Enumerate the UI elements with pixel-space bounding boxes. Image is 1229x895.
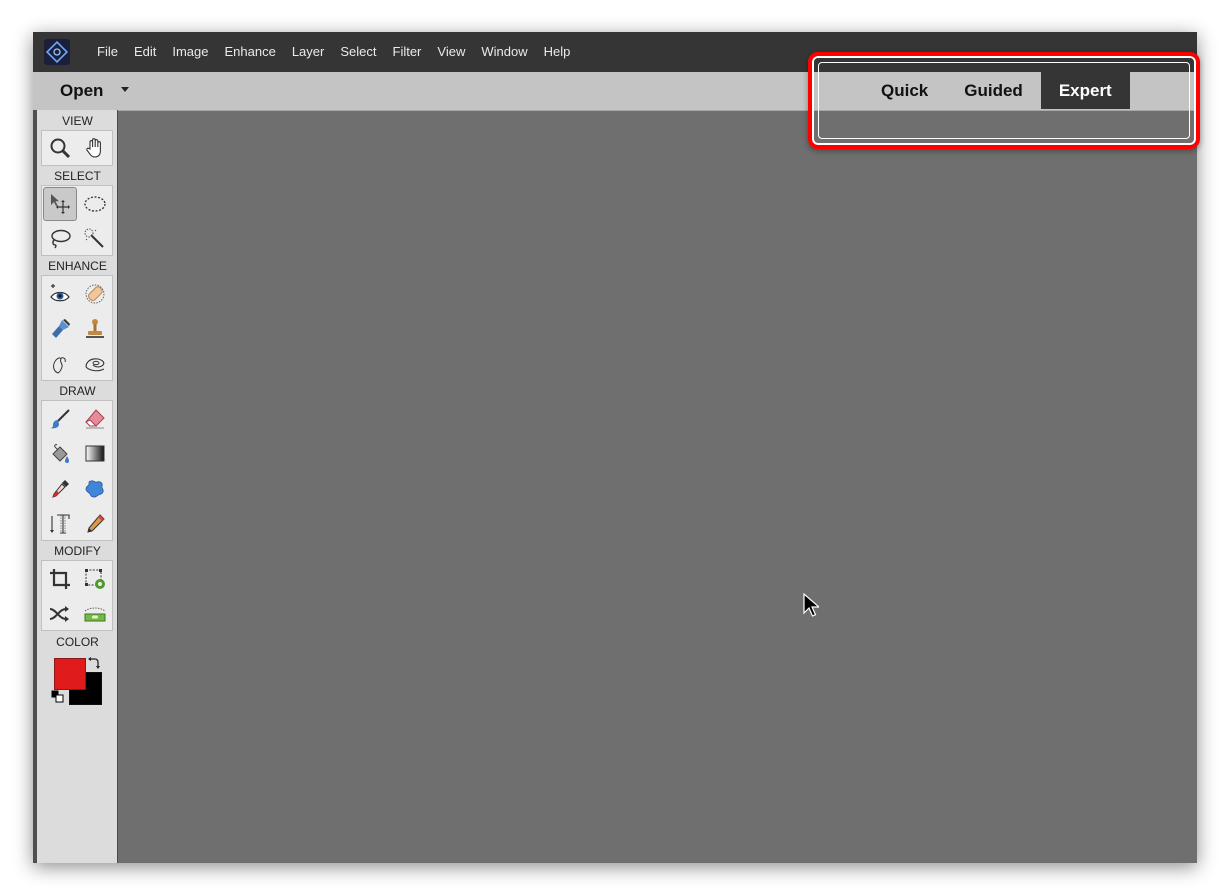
main-menu: File Edit Image Enhance Layer Select Fil… <box>90 32 579 72</box>
tool-group-view <box>41 130 113 166</box>
open-dropdown-arrow-icon[interactable] <box>121 87 129 92</box>
crop-icon <box>50 569 70 589</box>
section-label-modify: MODIFY <box>54 544 101 558</box>
eraser-icon <box>85 409 105 429</box>
menu-window[interactable]: Window <box>474 32 534 72</box>
foreground-color-swatch[interactable] <box>54 658 86 690</box>
paint-bucket-tool[interactable] <box>43 437 77 471</box>
tool-group-modify <box>41 560 113 631</box>
clone-stamp-icon <box>86 319 104 338</box>
sponge-icon <box>85 358 105 372</box>
brush-tool[interactable] <box>43 402 77 436</box>
menu-edit[interactable]: Edit <box>127 32 163 72</box>
recompose-icon <box>85 569 105 589</box>
menu-image[interactable]: Image <box>165 32 215 72</box>
section-label-view: VIEW <box>62 114 93 128</box>
mouse-cursor-icon <box>803 593 819 617</box>
gradient-tool[interactable] <box>78 437 112 471</box>
red-eye-icon <box>50 284 70 302</box>
app-logo-icon <box>44 39 70 65</box>
elliptical-marquee-tool[interactable] <box>78 187 112 221</box>
smart-brush-tool[interactable] <box>43 312 77 346</box>
type-tool[interactable] <box>43 507 77 541</box>
clone-stamp-tool[interactable] <box>78 312 112 346</box>
hand-icon <box>86 138 101 158</box>
straighten-icon <box>84 607 106 622</box>
quick-selection-tool[interactable] <box>78 222 112 256</box>
tool-group-enhance <box>41 275 113 381</box>
section-label-select: SELECT <box>54 169 101 183</box>
recompose-tool[interactable] <box>78 562 112 596</box>
toolbox: VIEW SELECT ENHANCE DRAW MODIFY COLOR <box>33 110 118 863</box>
eyedropper-icon <box>52 480 69 498</box>
smart-brush-icon <box>52 319 70 338</box>
menu-filter[interactable]: Filter <box>386 32 429 72</box>
content-aware-move-icon <box>49 606 69 622</box>
swap-colors-icon[interactable] <box>87 656 101 670</box>
move-icon <box>51 194 70 214</box>
pencil-icon <box>87 514 105 533</box>
menu-select[interactable]: Select <box>333 32 383 72</box>
gradient-icon <box>85 445 105 462</box>
spot-healing-tool[interactable] <box>78 277 112 311</box>
red-eye-tool[interactable] <box>43 277 77 311</box>
open-button[interactable]: Open <box>60 72 103 109</box>
section-label-enhance: ENHANCE <box>48 259 107 273</box>
crop-tool[interactable] <box>43 562 77 596</box>
tool-group-select <box>41 185 113 256</box>
menu-file[interactable]: File <box>90 32 125 72</box>
section-label-color: COLOR <box>56 635 99 649</box>
content-aware-move-tool[interactable] <box>43 597 77 631</box>
annotation-highlight-inner <box>818 62 1190 139</box>
menu-view[interactable]: View <box>430 32 472 72</box>
eraser-tool[interactable] <box>78 402 112 436</box>
paint-bucket-icon <box>52 444 69 463</box>
default-colors-icon[interactable] <box>51 690 64 703</box>
pencil-tool[interactable] <box>78 507 112 541</box>
tool-group-draw <box>41 400 113 541</box>
blur-icon <box>53 357 66 374</box>
move-tool[interactable] <box>43 187 77 221</box>
elliptical-marquee-icon <box>84 196 106 212</box>
straighten-tool[interactable] <box>78 597 112 631</box>
zoom-tool[interactable] <box>43 131 77 165</box>
custom-shape-icon <box>85 480 104 498</box>
spot-healing-icon <box>85 284 105 304</box>
zoom-icon <box>50 138 71 159</box>
color-picker <box>51 656 105 708</box>
menu-layer[interactable]: Layer <box>285 32 332 72</box>
menu-enhance[interactable]: Enhance <box>218 32 283 72</box>
canvas-area[interactable] <box>118 110 1197 863</box>
brush-icon <box>50 409 70 429</box>
app-window: File Edit Image Enhance Layer Select Fil… <box>33 32 1197 863</box>
sponge-tool[interactable] <box>78 347 112 381</box>
lasso-tool[interactable] <box>43 222 77 256</box>
custom-shape-tool[interactable] <box>78 472 112 506</box>
type-icon <box>50 514 70 534</box>
hand-tool[interactable] <box>78 131 112 165</box>
section-label-draw: DRAW <box>59 384 96 398</box>
menu-help[interactable]: Help <box>537 32 578 72</box>
lasso-icon <box>51 229 71 249</box>
blur-tool[interactable] <box>43 347 77 381</box>
quick-selection-icon <box>84 228 104 248</box>
eyedropper-tool[interactable] <box>43 472 77 506</box>
